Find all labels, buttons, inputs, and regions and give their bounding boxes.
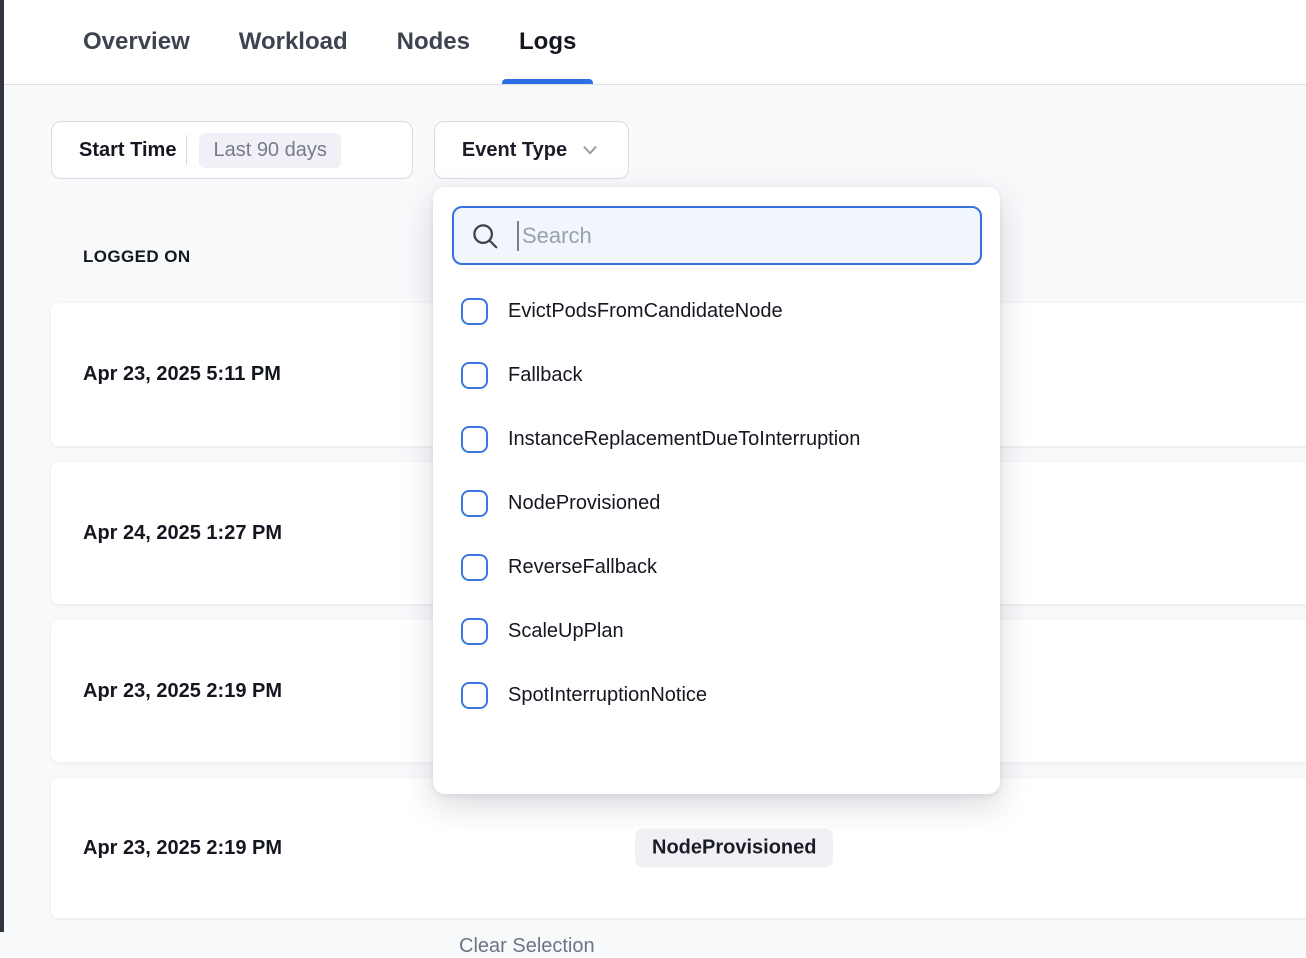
search-input[interactable]: [519, 208, 980, 263]
column-header-logged-on: LOGGED ON: [83, 247, 191, 267]
checkbox[interactable]: [461, 490, 488, 517]
tab-bar: Overview Workload Nodes Logs: [0, 0, 1306, 85]
clear-selection-button[interactable]: Clear Selection: [459, 935, 595, 958]
tabs: Overview Workload Nodes Logs: [66, 0, 593, 84]
option-label: SpotInterruptionNotice: [508, 684, 707, 707]
option-label: InstanceReplacementDueToInterruption: [508, 428, 860, 451]
sidebar-edge: [0, 0, 4, 932]
log-row[interactable]: Apr 23, 2025 2:19 PM NodeProvisioned: [51, 778, 1306, 918]
filter-divider: [186, 135, 187, 165]
option-instancereplacementduetointerruption[interactable]: InstanceReplacementDueToInterruption: [433, 407, 1000, 471]
event-type-badge: NodeProvisioned: [635, 829, 833, 868]
checkbox[interactable]: [461, 682, 488, 709]
option-spotinterruptionnotice[interactable]: SpotInterruptionNotice: [433, 663, 1000, 727]
chevron-down-icon: [579, 139, 601, 161]
option-fallback[interactable]: Fallback: [433, 343, 1000, 407]
tab-logs[interactable]: Logs: [502, 0, 593, 84]
search-field[interactable]: [452, 206, 982, 265]
option-label: ReverseFallback: [508, 556, 657, 579]
option-label: ScaleUpPlan: [508, 620, 624, 643]
start-time-value-chip: Last 90 days: [199, 133, 340, 168]
checkbox[interactable]: [461, 618, 488, 645]
checkbox[interactable]: [461, 298, 488, 325]
logged-on-timestamp: Apr 23, 2025 2:19 PM: [83, 680, 282, 703]
event-type-dropdown-panel: EvictPodsFromCandidateNode Fallback Inst…: [433, 187, 1000, 794]
start-time-label: Start Time: [79, 139, 176, 162]
option-reversefallback[interactable]: ReverseFallback: [433, 535, 1000, 599]
checkbox[interactable]: [461, 426, 488, 453]
checkbox[interactable]: [461, 362, 488, 389]
event-type-filter-button[interactable]: Event Type: [434, 121, 629, 179]
option-label: NodeProvisioned: [508, 492, 660, 515]
search-icon: [470, 221, 500, 251]
option-nodeprovisioned[interactable]: NodeProvisioned: [433, 471, 1000, 535]
logged-on-timestamp: Apr 24, 2025 1:27 PM: [83, 522, 282, 545]
checkbox[interactable]: [461, 554, 488, 581]
option-scaleupplan[interactable]: ScaleUpPlan: [433, 599, 1000, 663]
option-evictpodsfromcandidatenode[interactable]: EvictPodsFromCandidateNode: [433, 279, 1000, 343]
option-label: EvictPodsFromCandidateNode: [508, 300, 783, 323]
tab-nodes[interactable]: Nodes: [380, 0, 487, 84]
event-type-options: EvictPodsFromCandidateNode Fallback Inst…: [433, 279, 1000, 727]
logged-on-timestamp: Apr 23, 2025 5:11 PM: [83, 363, 281, 386]
tab-overview[interactable]: Overview: [66, 0, 207, 84]
event-type-label: Event Type: [462, 139, 567, 162]
tab-workload[interactable]: Workload: [222, 0, 365, 84]
start-time-filter[interactable]: Start Time Last 90 days: [51, 121, 413, 179]
logged-on-timestamp: Apr 23, 2025 2:19 PM: [83, 837, 282, 860]
option-label: Fallback: [508, 364, 582, 387]
